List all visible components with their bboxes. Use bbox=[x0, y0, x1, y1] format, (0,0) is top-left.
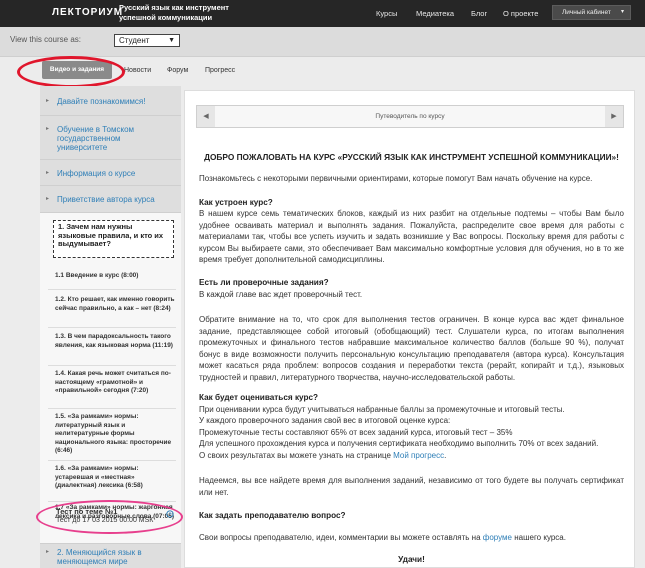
nav-link-courses[interactable]: Курсы bbox=[376, 9, 397, 18]
tab-news[interactable]: Новости bbox=[124, 67, 151, 74]
course-title: Русский язык как инструмент успешной ком… bbox=[119, 3, 229, 22]
current-section-title[interactable]: 1. Зачем нам нужны языковые правила, и к… bbox=[53, 220, 174, 258]
paragraph: Свои вопросы преподавателю, идеи, коммен… bbox=[199, 532, 624, 544]
divider bbox=[48, 289, 176, 290]
arrow-right-icon: ▸ bbox=[46, 196, 50, 202]
view-as-label: View this course as: bbox=[10, 35, 81, 44]
paragraph: При оценивании курса будут учитываться н… bbox=[199, 405, 565, 414]
lesson-item[interactable]: 1.3. В чем парадоксальность такого явлен… bbox=[55, 333, 175, 350]
view-as-bar: View this course as: Студент ▼ bbox=[0, 27, 645, 57]
nav-link-about[interactable]: О проекте bbox=[503, 9, 538, 18]
forum-link[interactable]: форуме bbox=[483, 533, 512, 542]
sidebar-item-tsu[interactable]: ▸ Обучение в Томском государственном уни… bbox=[40, 116, 181, 160]
sidebar-item-label: Приветствие автора курса bbox=[57, 195, 155, 204]
lesson-item[interactable]: 1.1 Введение в курс (8:00) bbox=[55, 272, 175, 281]
sidebar-item-section-2[interactable]: ▸ 2. Меняющийся язык в меняющемся мире bbox=[40, 543, 181, 568]
forum-text: Свои вопросы преподавателю, идеи, коммен… bbox=[199, 533, 483, 542]
arrow-right-icon: ▸ bbox=[46, 549, 50, 555]
paragraph: Обратите внимание на то, что срок для вы… bbox=[199, 315, 624, 382]
paragraph: В нашем курсе семь тематических блоков, … bbox=[199, 209, 624, 264]
sequence-navigation: ◀ Путеводитель по курсу ▶ bbox=[196, 105, 624, 128]
arrow-right-icon: ▸ bbox=[46, 98, 50, 104]
content-panel: ◀ Путеводитель по курсу ▶ ДОБРО ПОЖАЛОВА… bbox=[184, 90, 635, 568]
nav-link-media[interactable]: Медиатека bbox=[416, 9, 454, 18]
progress-text-end: . bbox=[444, 451, 447, 460]
progress-text: О своих результатах вы можете узнать на … bbox=[199, 451, 394, 460]
course-sidebar: ▸ Давайте познакомимся! ▸ Обучение в Том… bbox=[40, 86, 181, 568]
paragraph: Для успешного прохождения курса и получе… bbox=[199, 439, 599, 448]
sidebar-item-introduction[interactable]: ▸ Давайте познакомимся! bbox=[40, 86, 181, 116]
section-heading: Есть ли проверочные задания? bbox=[199, 278, 329, 287]
paragraph: У каждого проверочного задания свой вес … bbox=[199, 416, 451, 425]
tab-video-and-tasks[interactable]: Видео и задания bbox=[42, 61, 112, 79]
personal-cabinet-button[interactable]: Личный кабинет ▾ bbox=[552, 5, 631, 20]
page-title: ДОБРО ПОЖАЛОВАТЬ НА КУРС «РУССКИЙ ЯЗЫК К… bbox=[204, 152, 619, 162]
arrow-right-icon: ▸ bbox=[46, 126, 50, 132]
divider bbox=[48, 501, 176, 502]
sidebar-item-label: Обучение в Томском государственном униве… bbox=[57, 125, 135, 152]
course-tabs: Видео и задания Новости Форум Прогресс bbox=[0, 56, 645, 86]
closing-text: Удачи! bbox=[398, 555, 425, 564]
intro-text: Познакомьтесь с некоторыми первичными ор… bbox=[199, 174, 593, 183]
tab-progress[interactable]: Прогресс bbox=[205, 67, 235, 74]
lesson-item[interactable]: 1.4. Какая речь может считаться по-насто… bbox=[55, 370, 175, 396]
site-logo[interactable]: ЛЕКТОРИУМ bbox=[52, 7, 123, 18]
lesson-item[interactable]: 1.2. Кто решает, как именно говорить сей… bbox=[55, 296, 175, 313]
arrow-right-icon: ▸ bbox=[46, 170, 50, 176]
sidebar-item-label: Информация о курсе bbox=[57, 169, 136, 178]
section-heading: Как будет оцениваться курс? bbox=[199, 393, 319, 402]
divider bbox=[48, 327, 176, 328]
sidebar-item-label: 2. Меняющийся язык в меняющемся мире bbox=[57, 548, 142, 566]
paragraph: Промежуточные тесты составляют 65% от вс… bbox=[199, 428, 513, 437]
test-deadline: Тест до 17 03 2015 00:00 МSК bbox=[56, 517, 154, 524]
my-progress-link[interactable]: Мой прогресс bbox=[393, 451, 444, 460]
paragraph: В каждой главе вас ждет проверочный тест… bbox=[199, 290, 363, 299]
test-title[interactable]: Тест по теме №1 bbox=[56, 507, 117, 516]
top-navigation-bar: ЛЕКТОРИУМ Русский язык как инструмент ус… bbox=[0, 0, 645, 27]
forum-text-end: нашего курса. bbox=[511, 533, 566, 542]
personal-cabinet-label: Личный кабинет bbox=[562, 9, 611, 16]
clock-icon bbox=[166, 510, 174, 518]
lesson-list: 1. Зачем нам нужны языковые правила, и к… bbox=[40, 213, 181, 543]
lesson-item[interactable]: 1.5. «За рамками» нормы: литературный яз… bbox=[55, 413, 175, 456]
view-as-selected-value: Студент bbox=[119, 36, 150, 45]
sidebar-item-course-info[interactable]: ▸ Информация о курсе bbox=[40, 160, 181, 186]
section-heading: Как устроен курс? bbox=[199, 198, 273, 207]
sidebar-item-author-greeting[interactable]: ▸ Приветствие автора курса bbox=[40, 186, 181, 213]
view-as-select[interactable]: Студент ▼ bbox=[114, 34, 180, 47]
section-heading: Как задать преподавателю вопрос? bbox=[199, 511, 346, 520]
next-arrow-icon[interactable]: ▶ bbox=[605, 106, 623, 127]
divider bbox=[48, 408, 176, 409]
lesson-item[interactable]: 1.6. «За рамками» нормы: устаревшая и «м… bbox=[55, 465, 175, 491]
chevron-down-icon: ▾ bbox=[620, 9, 624, 15]
divider bbox=[48, 365, 176, 366]
nav-link-blog[interactable]: Блог bbox=[471, 9, 487, 18]
paragraph: Надеемся, вы все найдете время для выпол… bbox=[199, 476, 624, 497]
dropdown-arrow-icon: ▼ bbox=[168, 37, 175, 44]
course-guide-label[interactable]: Путеводитель по курсу bbox=[197, 113, 623, 120]
divider bbox=[48, 460, 176, 461]
tab-forum[interactable]: Форум bbox=[167, 67, 188, 74]
paragraph: О своих результатах вы можете узнать на … bbox=[199, 450, 624, 462]
main-content-area: ◀ Путеводитель по курсу ▶ ДОБРО ПОЖАЛОВА… bbox=[184, 86, 645, 568]
sidebar-item-label: Давайте познакомимся! bbox=[57, 97, 146, 106]
